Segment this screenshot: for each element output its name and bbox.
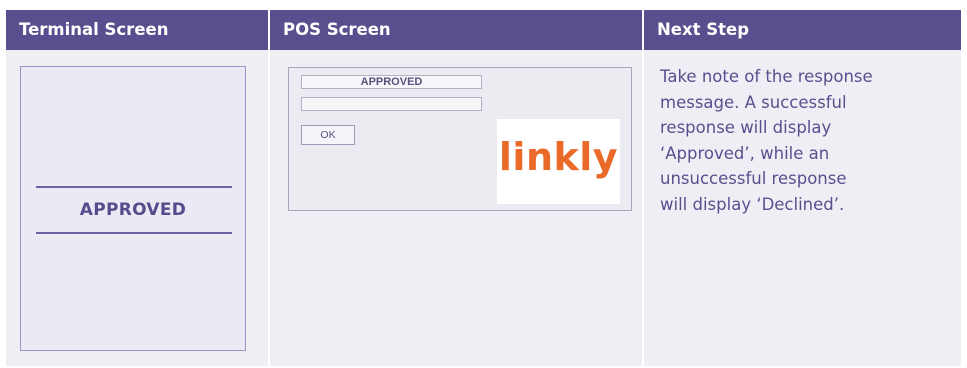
column-divider	[268, 50, 270, 367]
header-next-step: Next Step	[657, 20, 750, 39]
next-step-instructions: Take note of the response message. A suc…	[660, 64, 950, 218]
next-step-line: response will display	[660, 118, 832, 138]
ok-button[interactable]: OK	[301, 125, 355, 145]
next-step-line: message. A successful	[660, 92, 847, 112]
instruction-table: Terminal Screen POS Screen Next Step APP…	[6, 10, 961, 367]
terminal-display: APPROVED	[20, 66, 246, 351]
header-pos-screen: POS Screen	[283, 20, 391, 39]
next-step-line: unsuccessful response	[660, 169, 847, 189]
next-step-line: ‘Approved’, while an	[660, 143, 830, 163]
table-body: APPROVED APPROVED OK linkly Take note of…	[6, 50, 961, 367]
table-bottom-border	[6, 366, 961, 367]
linkly-logo: linkly	[497, 119, 620, 204]
header-terminal-screen: Terminal Screen	[19, 20, 169, 39]
next-step-line: Take note of the response	[660, 67, 873, 86]
next-step-line: will display ‘Declined’.	[660, 194, 845, 214]
terminal-bottom-rule	[36, 232, 232, 234]
table-header: Terminal Screen POS Screen Next Step	[6, 10, 961, 50]
pos-screen-cell: APPROVED OK linkly	[270, 50, 642, 367]
pos-window: APPROVED OK linkly	[288, 67, 632, 211]
column-divider	[642, 50, 644, 367]
pos-response-field: APPROVED	[301, 75, 482, 89]
linkly-logo-text: linkly	[498, 135, 619, 179]
terminal-top-rule	[36, 186, 232, 188]
next-step-cell: Take note of the response message. A suc…	[644, 50, 961, 367]
terminal-screen-cell: APPROVED	[6, 50, 268, 367]
pos-secondary-field	[301, 97, 482, 111]
terminal-message: APPROVED	[79, 200, 187, 220]
